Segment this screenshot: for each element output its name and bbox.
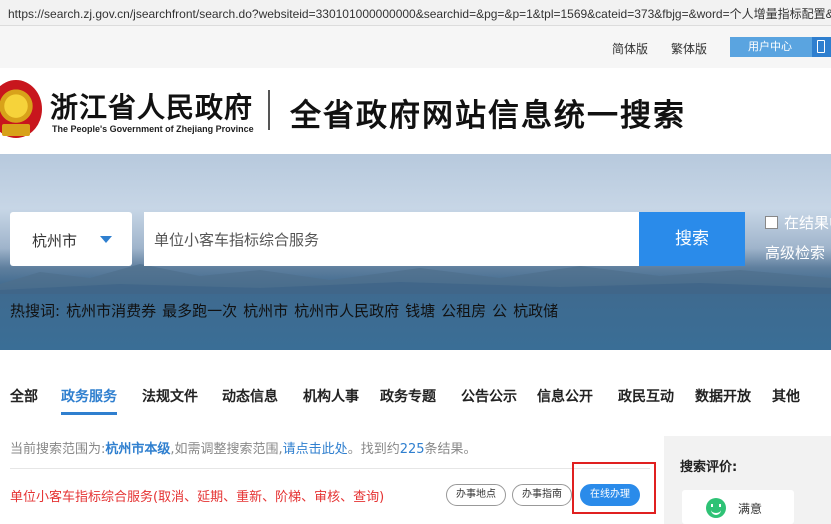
search-input[interactable]: [144, 212, 639, 266]
result-count: 225: [399, 442, 425, 457]
checkbox-icon[interactable]: [765, 216, 778, 229]
scope-level: 杭州市本级: [105, 442, 171, 457]
user-center-button[interactable]: 用户中心: [730, 37, 816, 57]
tab-announcements[interactable]: 公告公示: [461, 386, 517, 406]
location-button[interactable]: 办事地点: [446, 484, 506, 506]
hot-term[interactable]: 杭州市人民政府: [294, 302, 399, 320]
hot-term[interactable]: 最多跑一次: [162, 302, 237, 320]
tab-info-disclosure[interactable]: 信息公开: [537, 386, 593, 406]
tab-other[interactable]: 其他: [772, 386, 800, 406]
tab-regulations[interactable]: 法规文件: [142, 386, 198, 406]
divider: [10, 468, 650, 469]
highlight-box: [572, 462, 656, 514]
hot-term[interactable]: 杭州市: [243, 302, 288, 320]
site-header: 浙江省人民政府 The People's Government of Zheji…: [0, 68, 831, 154]
address-bar[interactable]: https://search.zj.gov.cn/jsearchfront/se…: [0, 0, 831, 26]
satisfied-button[interactable]: 满意: [682, 490, 794, 524]
tab-government-services[interactable]: 政务服务: [61, 386, 117, 406]
hot-term[interactable]: 公: [492, 302, 507, 320]
simplified-chinese-link[interactable]: 简体版: [612, 40, 648, 57]
hot-search-terms: 热搜词: 杭州市消费券 最多跑一次 杭州市 杭州市人民政府 钱塘 公租房公杭政储: [10, 300, 564, 321]
hot-term[interactable]: 杭州市消费券: [66, 302, 156, 320]
rating-panel: 搜索评价: 满意: [664, 436, 831, 524]
hot-search-label: 热搜词:: [10, 302, 61, 320]
tab-open-data[interactable]: 数据开放: [695, 386, 751, 406]
hot-term[interactable]: 公租房: [441, 302, 486, 320]
national-emblem-icon: [0, 80, 42, 138]
hot-term[interactable]: 杭政储: [513, 302, 558, 320]
tab-news[interactable]: 动态信息: [222, 386, 278, 406]
header-divider: [268, 90, 270, 130]
search-banner: 杭州市 搜索 在结果中 高级检索 热搜词:杭州市消费券最多跑一次杭州市杭州市人民…: [0, 154, 831, 350]
page-title: 全省政府网站信息统一搜索: [290, 98, 686, 134]
city-selector-label: 杭州市: [32, 232, 78, 250]
scope-suffix: 条结果。: [424, 442, 477, 457]
category-tabs: 全部 政务服务 法规文件 动态信息 机构人事 政务专题 公告公示 信息公开 政民…: [0, 376, 831, 416]
traditional-chinese-link[interactable]: 繁体版: [671, 40, 707, 57]
advanced-search-link[interactable]: 高级检索: [765, 242, 825, 263]
scope-prefix: 当前搜索范围为:: [10, 442, 106, 457]
satisfied-label: 满意: [738, 502, 763, 516]
hot-term[interactable]: 钱塘: [405, 302, 435, 320]
tab-all[interactable]: 全部: [10, 386, 38, 406]
top-navigation: 简体版 繁体版 用户中心: [0, 26, 831, 68]
tab-interaction[interactable]: 政民互动: [618, 386, 674, 406]
smile-icon: [706, 498, 726, 518]
search-in-results-checkbox[interactable]: 在结果中: [765, 212, 831, 233]
adjust-scope-link[interactable]: 请点击此处: [283, 442, 348, 457]
search-scope-text: 当前搜索范围为:杭州市本级,如需调整搜索范围,请点击此处。找到约225条结果。: [10, 438, 477, 457]
city-selector[interactable]: 杭州市: [10, 212, 132, 266]
rating-title: 搜索评价:: [680, 460, 738, 475]
result-title-link[interactable]: 单位小客车指标综合服务(取消、延期、重新、阶梯、审核、查询): [10, 486, 384, 505]
search-in-results-label: 在结果中: [784, 214, 831, 232]
active-tab-indicator: [61, 412, 117, 415]
chevron-down-icon: [100, 236, 112, 243]
mobile-icon[interactable]: [812, 37, 831, 57]
search-button[interactable]: 搜索: [639, 212, 745, 266]
tab-topics[interactable]: 政务专题: [380, 386, 436, 406]
scope-found: 。找到约: [347, 442, 400, 457]
site-logo-title[interactable]: 浙江省人民政府: [50, 86, 253, 126]
guide-button[interactable]: 办事指南: [512, 484, 572, 506]
scope-mid: ,如需调整搜索范围,: [170, 442, 283, 457]
tab-personnel[interactable]: 机构人事: [303, 386, 359, 406]
site-logo-subtitle: The People's Government of Zhejiang Prov…: [52, 124, 254, 134]
